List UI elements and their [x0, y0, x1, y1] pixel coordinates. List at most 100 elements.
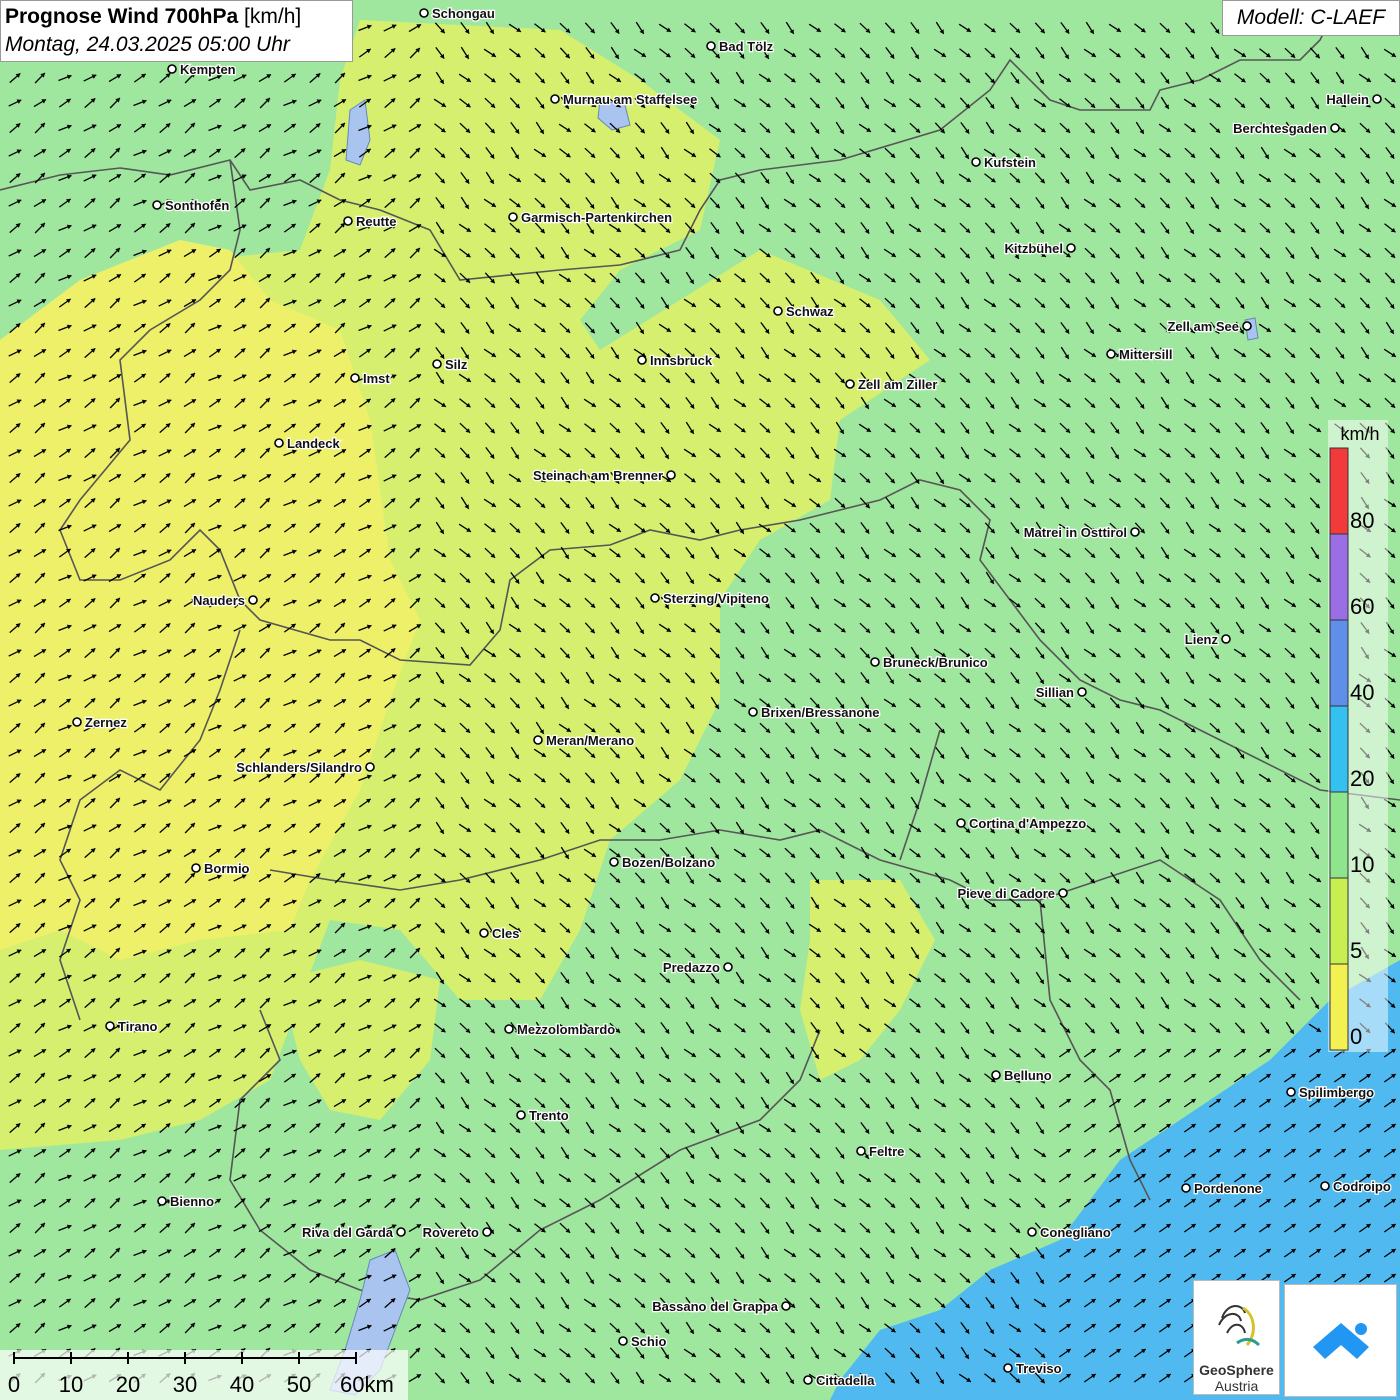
city-marker: Sterzing/Vipiteno: [650, 590, 770, 607]
scale-label: 60km: [340, 1372, 394, 1397]
city-marker: Schongau: [419, 5, 496, 22]
city-label: Bad Tölz: [719, 39, 774, 54]
city-label: Nauders: [193, 593, 245, 608]
city-label: Mezzolombardo: [517, 1022, 615, 1037]
city-dot: [637, 355, 647, 365]
city-dot: [781, 1301, 791, 1311]
city-label: Mittersill: [1119, 347, 1172, 362]
city-dot: [991, 1070, 1001, 1080]
city-dot: [1221, 634, 1231, 644]
legend-label: 60: [1350, 594, 1374, 619]
city-label: Rovereto: [423, 1225, 479, 1240]
city-label: Belluno: [1004, 1068, 1052, 1083]
city-marker: Zell am Ziller: [845, 376, 939, 393]
city-dot: [666, 470, 676, 480]
city-marker: Cortina d'Ampezzo: [956, 815, 1088, 832]
city-label: Feltre: [869, 1144, 904, 1159]
legend-label: 10: [1350, 852, 1374, 877]
legend-label: 0: [1350, 1024, 1362, 1049]
city-label: Tirano: [118, 1019, 158, 1034]
city-label: Garmisch-Partenkirchen: [521, 210, 672, 225]
city-label: Bruneck/Brunico: [883, 655, 988, 670]
legend-swatch: [1329, 447, 1349, 535]
forecast-datetime: Montag, 24.03.2025 05:00 Uhr: [5, 33, 290, 56]
city-label: Pordenone: [1194, 1181, 1262, 1196]
city-label: Cles: [492, 926, 519, 941]
city-marker: Schlanders/Silandro: [235, 759, 375, 776]
city-label: Bozen/Bolzano: [622, 855, 715, 870]
city-dot: [748, 707, 758, 717]
color-legend: 80 60 40 20 10 5 0: [1328, 420, 1388, 1052]
wind-map: Schongau Bad Tölz Kempten Murnau am Staffel…: [0, 0, 1400, 1400]
city-dot: [191, 863, 201, 873]
city-label: Imst: [363, 371, 390, 386]
city-dot: [1320, 1181, 1330, 1191]
scale-label: 0: [8, 1372, 20, 1397]
city-label: Treviso: [1016, 1361, 1062, 1376]
city-marker: Riva del Garda: [301, 1224, 406, 1241]
city-dot: [650, 593, 660, 603]
city-dot: [1130, 527, 1140, 537]
city-dot: [516, 1110, 526, 1120]
city-marker: Mezzolombardo: [504, 1021, 617, 1038]
legend-swatch: [1329, 533, 1349, 621]
legend-unit: km/h: [1340, 424, 1380, 444]
city-dot: [1330, 123, 1340, 133]
city-label: Riva del Garda: [302, 1225, 394, 1240]
city-dot: [350, 373, 360, 383]
city-label: Murnau am Staffelsee: [563, 92, 697, 107]
city-label: Kitzbühel: [1005, 241, 1064, 256]
city-label: Meran/Merano: [546, 733, 634, 748]
scale-label: 30: [173, 1372, 197, 1397]
app-logo[interactable]: [1284, 1284, 1397, 1397]
legend-label: 80: [1350, 508, 1374, 533]
city-marker: Pordenone: [1181, 1180, 1263, 1197]
city-label: Schio: [631, 1334, 666, 1349]
city-dot: [971, 157, 981, 167]
city-marker: Meran/Merano: [533, 732, 635, 749]
city-dot: [504, 1024, 514, 1034]
city-label: Zernez: [85, 715, 127, 730]
city-dot: [723, 962, 733, 972]
city-dot: [274, 438, 284, 448]
scale-bar: 0 10 20 30 40 50 60km: [0, 1350, 408, 1400]
geosphere-sub: Austria: [1214, 1378, 1259, 1394]
city-dot: [365, 762, 375, 772]
city-dot: [396, 1227, 406, 1237]
scale-label: 10: [59, 1372, 83, 1397]
city-label: Cittadella: [816, 1373, 875, 1388]
scale-labels: 0 10 20 30 40 50 60km: [8, 1372, 394, 1397]
geosphere-logo[interactable]: GeoSphere Austria: [1193, 1280, 1280, 1395]
city-dot: [508, 212, 518, 222]
city-dot: [1058, 888, 1068, 898]
city-marker: Zell am See: [1166, 318, 1252, 335]
legend-swatch: [1329, 877, 1349, 965]
city-label: Spilimbergo: [1299, 1085, 1374, 1100]
city-dot: [803, 1375, 813, 1385]
city-label: Innsbruck: [650, 353, 713, 368]
city-dot: [550, 94, 560, 104]
city-label: Brixen/Bressanone: [761, 705, 880, 720]
city-dot: [870, 657, 880, 667]
city-dot: [1372, 94, 1382, 104]
legend-swatch: [1329, 705, 1349, 793]
city-label: Sillian: [1036, 685, 1074, 700]
city-marker: Bozen/Bolzano: [609, 854, 716, 871]
city-label: Zell am See: [1167, 319, 1239, 334]
city-dot: [157, 1196, 167, 1206]
legend-swatch: [1329, 963, 1349, 1051]
city-marker: Conegliano: [1027, 1224, 1112, 1241]
city-marker: Spilimbergo: [1286, 1084, 1375, 1101]
city-label: Conegliano: [1040, 1225, 1111, 1240]
city-dot: [856, 1146, 866, 1156]
city-dot: [1027, 1227, 1037, 1237]
city-dot: [1286, 1087, 1296, 1097]
city-dot: [343, 216, 353, 226]
city-dot: [533, 735, 543, 745]
city-dot: [956, 818, 966, 828]
city-label: Kufstein: [984, 155, 1036, 170]
city-dot: [706, 41, 716, 51]
city-dot: [1242, 321, 1252, 331]
city-dot: [419, 8, 429, 18]
city-dot: [248, 595, 258, 605]
